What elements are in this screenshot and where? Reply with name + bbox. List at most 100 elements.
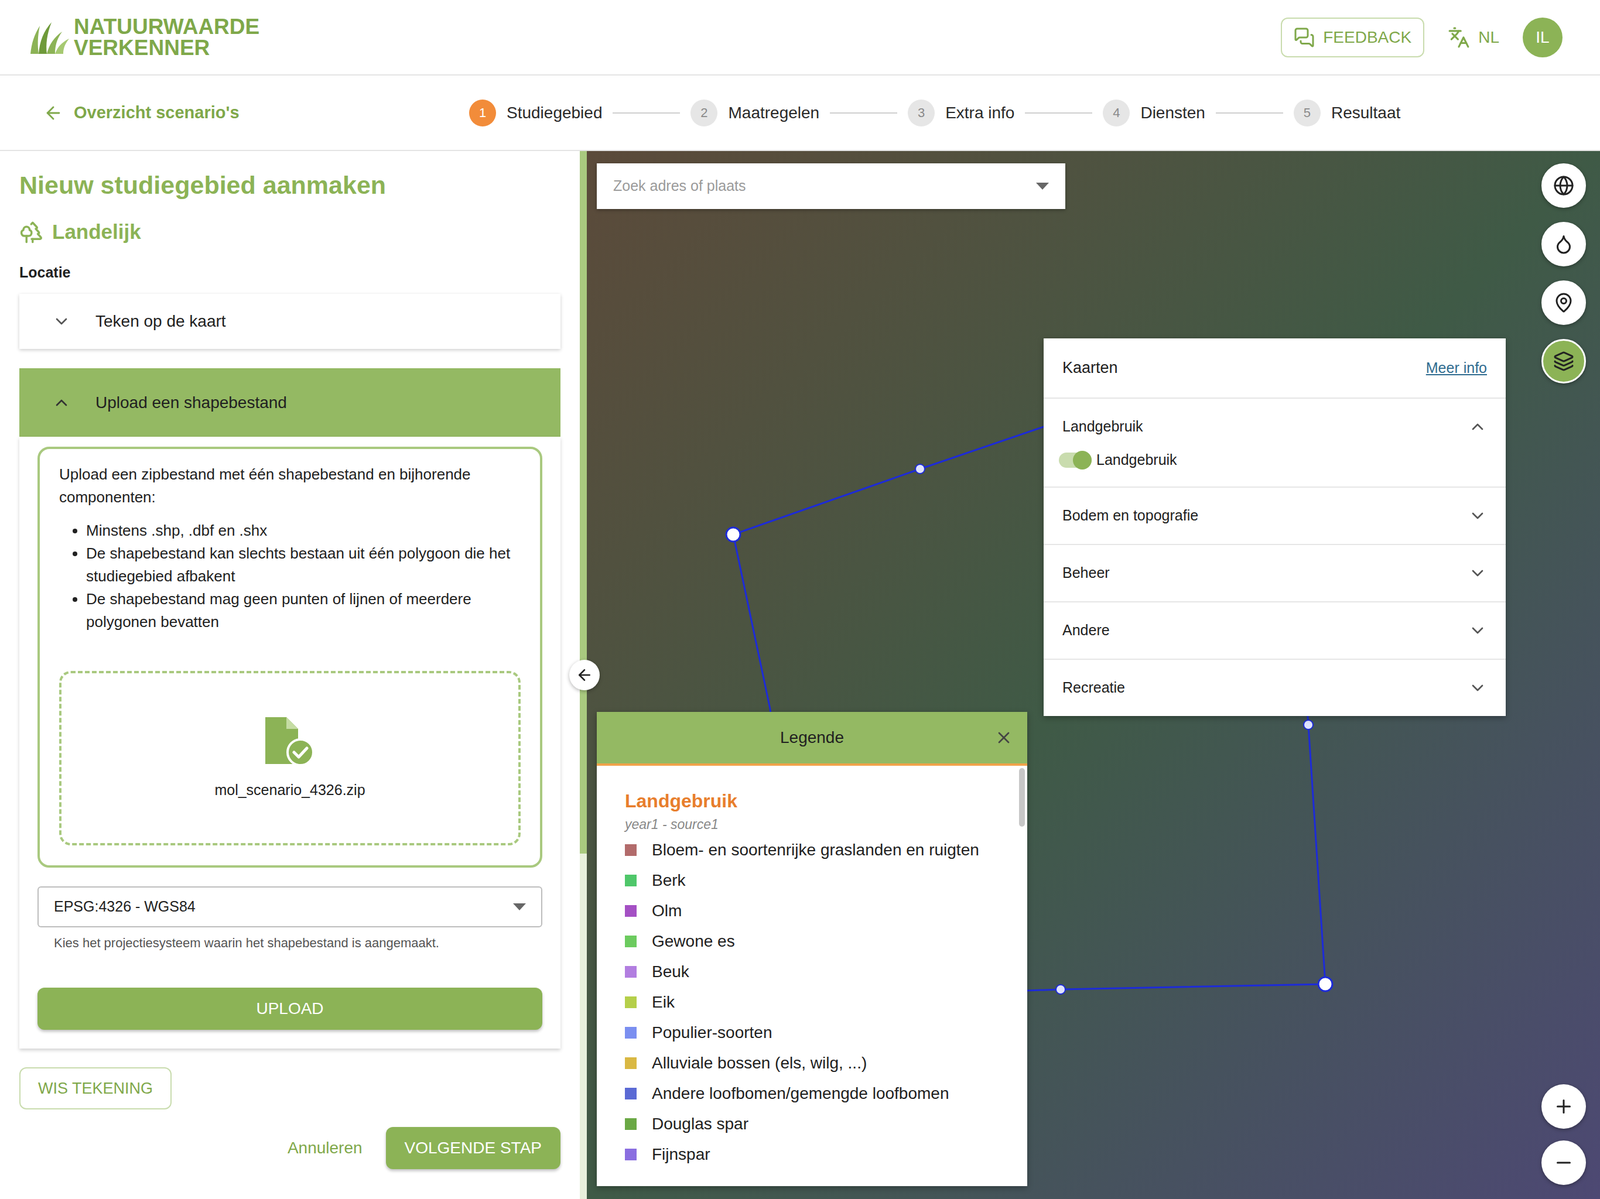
logo[interactable]: NATUURWAARDEVERKENNER xyxy=(28,16,260,59)
upload-intro: Upload een zipbestand met één shapebesta… xyxy=(59,463,521,509)
legend-item: Berk xyxy=(624,865,1014,897)
legend-swatch xyxy=(624,1027,637,1039)
step-connector xyxy=(612,112,680,114)
map-controls xyxy=(1541,163,1586,384)
plus-icon xyxy=(1553,1096,1575,1118)
layer-toggle-row[interactable]: Landgebruik xyxy=(1043,449,1506,487)
step-label: Extra info xyxy=(945,100,1015,126)
layer-group: Andere xyxy=(1043,602,1506,661)
collapse-panel-button[interactable] xyxy=(569,660,600,691)
legend-subtitle: year1 - source1 xyxy=(624,814,1014,836)
dropdown-caret-icon xyxy=(513,903,526,911)
file-check-icon xyxy=(259,715,321,768)
layer-group-header[interactable]: Bodem en topografie xyxy=(1043,487,1506,545)
accordion-header[interactable]: Upload een shapebestand xyxy=(19,368,561,437)
translate-icon xyxy=(1447,26,1470,49)
layer-group-header[interactable]: Landgebruik xyxy=(1043,398,1506,456)
legend-swatch xyxy=(624,1057,637,1070)
legend-item: Populier-soorten xyxy=(624,1017,1014,1049)
search-box[interactable]: Zoek adres of plaats xyxy=(596,163,1066,210)
zoom-controls xyxy=(1541,1084,1586,1186)
logo-text: VERKENNER xyxy=(73,37,260,59)
legend-swatch xyxy=(624,905,637,918)
legend-swatch xyxy=(624,1149,637,1161)
trees-icon xyxy=(19,219,44,245)
chevron-up-icon xyxy=(1468,417,1487,437)
location-label: Locatie xyxy=(19,261,561,285)
chat-icon xyxy=(1293,26,1315,49)
step[interactable]: 3Extra info xyxy=(907,99,1015,127)
step[interactable]: 1Studiegebied xyxy=(469,99,603,127)
layer-group-header[interactable]: Andere xyxy=(1043,602,1506,659)
layer-group: Beheer xyxy=(1043,545,1506,603)
upload-info-box: Upload een zipbestand met één shapebesta… xyxy=(37,446,543,868)
legend-item: Eik xyxy=(624,987,1014,1018)
legend-item: Alluviale bossen (els, wilg, ...) xyxy=(624,1048,1014,1079)
more-info-link[interactable]: Meer info xyxy=(1426,357,1487,380)
projection-select[interactable]: EPSG:4326 - WGS84 xyxy=(37,886,543,928)
chevron-down-icon xyxy=(1468,678,1487,698)
layer-group-header[interactable]: Beheer xyxy=(1043,545,1506,602)
legend-item: Olm xyxy=(624,896,1014,927)
step-label: Resultaat xyxy=(1331,100,1401,126)
step-number: 4 xyxy=(1102,99,1130,127)
avatar[interactable]: IL xyxy=(1522,17,1563,58)
step[interactable]: 2Maatregelen xyxy=(690,99,820,127)
layer-label: Landgebruik xyxy=(1096,449,1178,472)
accordion-header[interactable]: Teken op de kaart xyxy=(19,293,561,350)
drop-zone[interactable]: mol_scenario_4326.zip xyxy=(59,671,521,846)
legend-swatch xyxy=(624,1088,637,1100)
map-control-button[interactable] xyxy=(1541,163,1586,208)
layer-switch[interactable] xyxy=(1058,452,1092,468)
upload-button[interactable]: UPLOAD xyxy=(37,987,543,1031)
map-control-button[interactable] xyxy=(1541,339,1586,384)
layers-panel: KaartenMeer infoLandgebruikLandgebruikBo… xyxy=(1043,338,1506,717)
main: Nieuw studiegebied aanmakenLandelijkLoca… xyxy=(0,151,1600,1199)
app: NATUURWAARDEVERKENNER FEEDBACK NL IL Overzic… xyxy=(0,0,1600,1199)
step-connector xyxy=(1024,112,1093,114)
clear-drawing-button[interactable]: WIS TEKENING xyxy=(19,1067,172,1110)
upload-rule: De shapebestand mag geen punten of lijne… xyxy=(86,587,521,634)
legend-item: Beuk xyxy=(624,956,1014,988)
upload-rule: De shapebestand kan slechts bestaan uit … xyxy=(86,542,521,588)
logo-text: NATUURWAARDE xyxy=(73,16,260,38)
feedback-button[interactable]: FEEDBACK xyxy=(1280,17,1425,58)
arrow-left-icon xyxy=(575,666,594,685)
projection-help: Kies het projectiesysteem waarin het sha… xyxy=(37,933,543,953)
legend-item: Andere loofbomen/gemengde loofbomen xyxy=(624,1078,1014,1110)
zoom-out-button[interactable] xyxy=(1541,1140,1586,1186)
language-button[interactable]: NL xyxy=(1447,25,1500,50)
minus-icon xyxy=(1553,1152,1575,1174)
legend-swatch xyxy=(624,966,637,979)
legend-item: Gewone es xyxy=(624,926,1014,957)
side-panel: Nieuw studiegebied aanmakenLandelijkLoca… xyxy=(0,151,580,1199)
map-control-button[interactable] xyxy=(1541,221,1586,267)
arrow-left-icon xyxy=(43,103,64,123)
chevron-down-icon xyxy=(52,312,71,331)
search-placeholder: Zoek adres of plaats xyxy=(613,175,747,198)
next-step-button[interactable]: VOLGENDE STAP xyxy=(385,1127,561,1170)
map-control-icon xyxy=(1553,350,1575,372)
legend-swatch xyxy=(624,935,637,948)
file-name: mol_scenario_4326.zip xyxy=(214,779,365,802)
header: NATUURWAARDEVERKENNER FEEDBACK NL IL xyxy=(0,0,1600,76)
step-number: 5 xyxy=(1293,99,1321,127)
legend-title: Legende xyxy=(780,725,844,751)
cancel-button[interactable]: Annuleren xyxy=(287,1136,363,1161)
legend-panel: LegendeLandgebruikyear1 - source1Bloem- … xyxy=(596,712,1028,1187)
legend-swatch xyxy=(624,1118,637,1131)
step-number: 2 xyxy=(690,99,718,127)
step-connector xyxy=(829,112,898,114)
step[interactable]: 4Diensten xyxy=(1102,99,1206,127)
map-control-icon xyxy=(1553,175,1575,197)
layer-group: LandgebruikLandgebruik xyxy=(1043,398,1506,488)
step-label: Studiegebied xyxy=(506,100,603,126)
step[interactable]: 5 Resultaat xyxy=(1293,99,1401,127)
zoom-in-button[interactable] xyxy=(1541,1084,1586,1130)
map-control-button[interactable] xyxy=(1541,280,1586,326)
layer-group-header[interactable]: Recreatie xyxy=(1043,660,1506,717)
legend-close-button[interactable] xyxy=(994,728,1014,748)
back-link[interactable]: Overzicht scenario's xyxy=(43,100,240,126)
map[interactable]: Zoek adres of plaats Kaarten Meer info Land… xyxy=(586,151,1600,1199)
layers-title: Kaarten xyxy=(1062,356,1119,381)
